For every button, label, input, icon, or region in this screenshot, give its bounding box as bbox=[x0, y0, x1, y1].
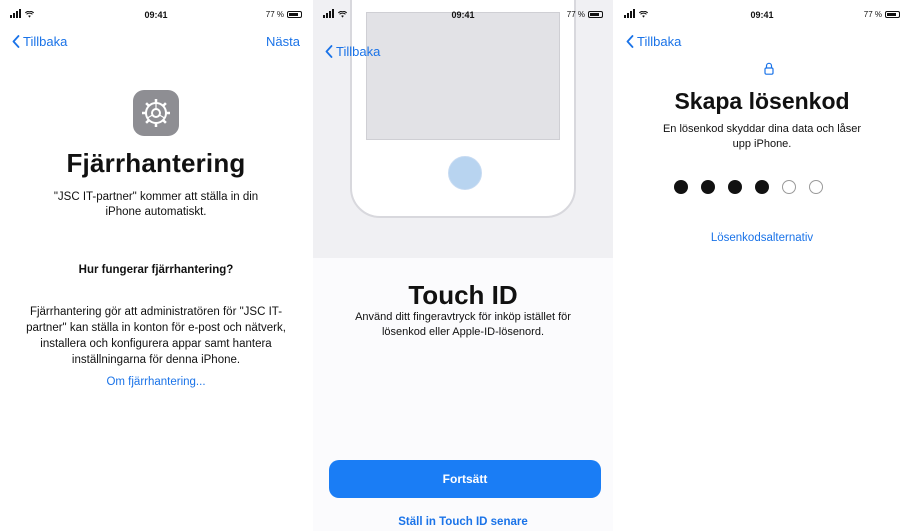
passcode-options-link[interactable]: Lösenkodsalternativ bbox=[614, 232, 910, 244]
status-bar: 09:41 77 % bbox=[10, 8, 302, 22]
setup-touch-id-later-link[interactable]: Ställ in Touch ID senare bbox=[313, 516, 613, 528]
back-label: Tillbaka bbox=[637, 34, 682, 49]
passcode-dot-empty bbox=[782, 180, 796, 194]
back-label: Tillbaka bbox=[336, 44, 381, 59]
page-subtitle: "JSC IT-partner" kommer att ställa in di… bbox=[53, 191, 259, 218]
battery-percent: 77 % bbox=[566, 10, 585, 19]
chevron-left-icon bbox=[325, 45, 333, 58]
iphone-illustration bbox=[350, 0, 576, 218]
passcode-dot-filled bbox=[674, 180, 688, 194]
battery-percent: 77 % bbox=[863, 10, 882, 19]
chevron-left-icon bbox=[12, 35, 20, 48]
about-remote-management-link[interactable]: Om fjärrhantering... bbox=[0, 376, 312, 388]
battery-icon bbox=[287, 11, 302, 18]
passcode-dot-filled bbox=[755, 180, 769, 194]
gear-icon bbox=[133, 90, 179, 136]
chevron-left-icon bbox=[626, 35, 634, 48]
back-button[interactable]: Tillbaka bbox=[626, 34, 681, 49]
status-bar: 09:41 77 % bbox=[323, 8, 603, 22]
passcode-dot-empty bbox=[809, 180, 823, 194]
lock-icon bbox=[764, 62, 774, 75]
screen-touch-id: 09:41 77 % Tillbaka Touch ID Använd ditt… bbox=[313, 0, 613, 531]
status-time: 09:41 bbox=[144, 10, 168, 20]
status-time: 09:41 bbox=[750, 10, 774, 20]
section-heading: Hur fungerar fjärrhantering? bbox=[78, 264, 234, 276]
passcode-dot-filled bbox=[701, 180, 715, 194]
continue-button[interactable]: Fortsätt bbox=[329, 460, 601, 498]
back-label: Tillbaka bbox=[23, 34, 68, 49]
home-button-icon bbox=[448, 156, 482, 190]
passcode-indicator bbox=[674, 180, 823, 194]
back-button[interactable]: Tillbaka bbox=[12, 34, 67, 49]
battery-icon bbox=[588, 11, 603, 18]
passcode-dot-filled bbox=[728, 180, 742, 194]
battery-percent: 77 % bbox=[265, 10, 284, 19]
description-text: Fjärrhantering gör att administratören f… bbox=[26, 306, 286, 366]
battery-icon bbox=[885, 11, 900, 18]
back-button[interactable]: Tillbaka bbox=[325, 44, 380, 59]
iphone-screen bbox=[366, 12, 560, 140]
next-button[interactable]: Nästa bbox=[266, 34, 300, 49]
page-subtitle: En lösenkod skyddar dina data och låser … bbox=[662, 123, 862, 150]
page-title: Touch ID bbox=[408, 280, 518, 310]
status-bar: 09:41 77 % bbox=[624, 8, 900, 22]
status-time: 09:41 bbox=[451, 10, 475, 20]
page-subtitle: Använd ditt fingeravtryck för inköp istä… bbox=[355, 311, 571, 338]
page-title: Skapa lösenkod bbox=[674, 88, 850, 114]
page-title: Fjärrhantering bbox=[66, 148, 246, 178]
screen-remote-management: 09:41 77 % Tillbaka Nästa Fjärrhantering… bbox=[0, 0, 312, 531]
screen-create-passcode: 09:41 77 % Tillbaka Skapa lösenkod En lö… bbox=[614, 0, 910, 531]
